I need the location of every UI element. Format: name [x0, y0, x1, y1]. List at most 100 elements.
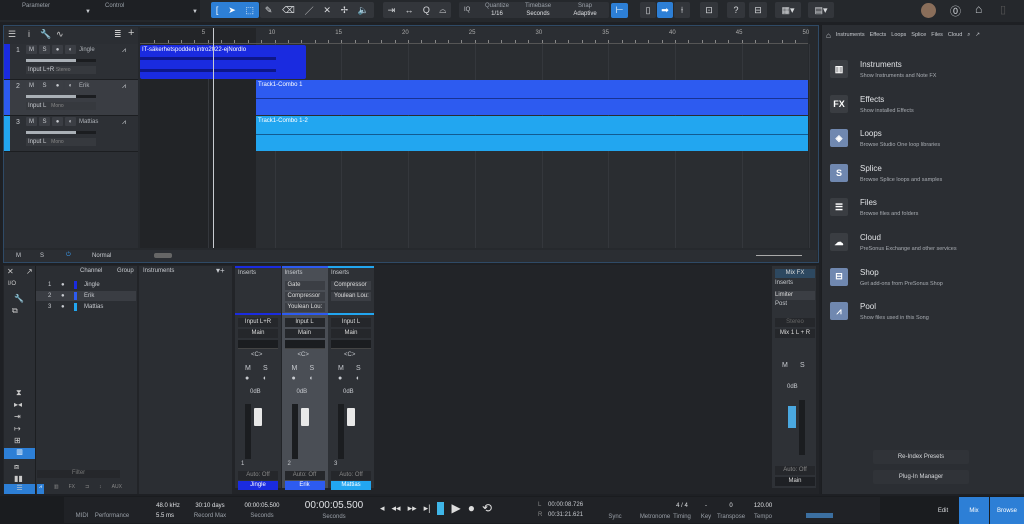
audio-clip[interactable]: IT-säkerhetspodden.intro2022-ejNordlo	[140, 45, 306, 79]
io-button[interactable]: I/O	[8, 281, 16, 287]
record-button[interactable]: ●	[52, 117, 63, 126]
browse-button[interactable]: Browse	[990, 497, 1024, 524]
main-fader[interactable]	[788, 406, 796, 428]
tab-loops[interactable]: Loops	[891, 32, 906, 38]
waveform-icon[interactable]: ⩘	[122, 119, 126, 127]
automation-icon[interactable]: ∿	[56, 29, 64, 40]
insert-slot[interactable]: Youlean Lou:	[284, 303, 325, 312]
volume-slider[interactable]	[26, 95, 96, 98]
output-select[interactable]: Main	[331, 329, 371, 338]
end-icon[interactable]: ▸|	[424, 503, 431, 514]
browser-item-loops[interactable]: ◈ Loops Browse Studio One loop libraries	[830, 125, 1020, 157]
channel-list-item[interactable]: 1 ● Jingle	[36, 280, 136, 290]
monitor-icon[interactable]: ◐	[310, 375, 314, 382]
banks-icon[interactable]: ⊞	[14, 436, 21, 445]
focus-button[interactable]: ⊡	[700, 2, 718, 18]
record-arm-icon[interactable]: ●	[245, 375, 249, 382]
record-arm-icon[interactable]: ●	[338, 375, 342, 382]
browser-item-shop[interactable]: ⊟ Shop Get add-ons from PreSonus Shop	[830, 264, 1020, 296]
key-value[interactable]: -	[698, 503, 714, 509]
browser-home-icon[interactable]: ⌂	[826, 31, 831, 40]
audio-clip[interactable]: Track1-Combo 1	[256, 80, 808, 115]
snap-select[interactable]: Adaptive	[565, 11, 605, 17]
mute-button[interactable]: M	[26, 81, 37, 90]
browser-item-pool[interactable]: ⩘ Pool Show files used in this Song	[830, 298, 1020, 330]
meters-icon[interactable]: ▮▮	[14, 474, 23, 483]
record-button[interactable]: ●	[52, 81, 63, 90]
control-dropdown[interactable]: ▼	[192, 9, 198, 15]
tab-instruments[interactable]: Instruments	[836, 32, 865, 38]
track-row[interactable]: 2 M S ● ◐ Erik ⩘ Input L Mono	[4, 80, 138, 116]
solo-button[interactable]: S	[39, 81, 50, 90]
autoscroll-button[interactable]: ▯	[640, 2, 656, 18]
mute-all-button[interactable]: M	[16, 253, 21, 259]
avatar[interactable]	[921, 3, 936, 18]
playhead[interactable]	[213, 28, 214, 248]
listen-icon[interactable]: 🔈	[358, 5, 369, 16]
volume-slider[interactable]	[26, 131, 96, 134]
expand-icon[interactable]: ↗	[975, 32, 980, 38]
narrow-icon[interactable]: ▸◂	[14, 400, 22, 409]
channel-name-label[interactable]: Erik	[284, 481, 325, 490]
solo-button[interactable]: S	[263, 365, 268, 372]
mode-select[interactable]: Normal	[92, 253, 111, 259]
stop-button[interactable]	[437, 501, 445, 515]
browser-item-instruments[interactable]: ▥ Instruments Show Instruments and Note FX	[830, 56, 1020, 88]
input-select[interactable]: Input L+R	[238, 318, 278, 327]
paint-icon[interactable]: ／	[305, 4, 314, 17]
home-icon[interactable]: ⌂	[975, 2, 982, 16]
tab-splice[interactable]: Splice	[911, 32, 926, 38]
mix-fx-select[interactable]: Mix FX	[775, 269, 815, 278]
vca-tab[interactable]: ↕	[99, 484, 102, 494]
sync-icon[interactable]: ⓪	[950, 3, 961, 19]
track-row[interactable]: 1 M S ● ◐ Jingle ⩘ Input L+R Stereo	[4, 44, 138, 80]
inserts-label[interactable]: Inserts	[331, 270, 349, 276]
primary-time[interactable]: 00:00:05.500	[296, 500, 372, 511]
channel-name-label[interactable]: Mattias	[331, 481, 371, 490]
loop-button[interactable]: ⟲	[482, 501, 492, 515]
input-select[interactable]: Input L Mono	[26, 102, 96, 110]
edit-button[interactable]: Edit	[928, 497, 958, 524]
timebase-select[interactable]: Seconds	[518, 11, 558, 17]
loop-end[interactable]: 00:31:21.621	[548, 512, 583, 518]
snap-toggle[interactable]: ⊢	[611, 3, 628, 18]
fx-tab[interactable]: FX	[69, 484, 75, 494]
plugin-manager-button[interactable]: Plug-In Manager	[873, 470, 969, 484]
automation-mode[interactable]: Auto: Off	[331, 471, 371, 480]
output-icon[interactable]: ↦	[14, 424, 21, 433]
search-icon[interactable]: ⌕	[967, 32, 970, 39]
input-select[interactable]: Input L	[284, 318, 325, 327]
track-name[interactable]: Erik	[79, 83, 89, 89]
quantize-select[interactable]: 1/16	[482, 11, 512, 17]
aux-tab[interactable]: AUX	[112, 484, 122, 494]
menu-icon[interactable]: ☰	[8, 29, 16, 40]
range-tool[interactable]: [➤ ⬚	[211, 2, 259, 18]
master-volume-slider[interactable]	[806, 513, 833, 518]
instrument-tab[interactable]: ▥	[54, 484, 59, 494]
solo-button[interactable]: S	[310, 365, 315, 372]
record-button[interactable]: ●	[468, 501, 475, 515]
volume-fader[interactable]	[300, 408, 309, 426]
output-select[interactable]: Main	[238, 329, 278, 338]
add-instrument-icon[interactable]: ▾+	[216, 266, 225, 275]
wrench-icon[interactable]: 🔧	[14, 294, 24, 303]
insert-slot[interactable]: Compressor	[331, 281, 371, 290]
insert-slot[interactable]: Gate	[284, 281, 325, 290]
mute-tool-icon[interactable]: ✕	[323, 5, 331, 16]
stereo-button[interactable]: Stereo	[775, 318, 815, 327]
input-select[interactable]: Input L	[331, 318, 371, 327]
mute-button[interactable]: M	[292, 365, 298, 372]
add-track-icon[interactable]: +	[128, 27, 134, 39]
follow-button[interactable]: ➡	[657, 2, 673, 18]
main-solo-button[interactable]: S	[800, 362, 805, 369]
pencil-icon[interactable]: ✎	[265, 5, 273, 16]
grid-button[interactable]: ▦▾	[775, 2, 801, 18]
horizontal-scrollbar[interactable]	[154, 253, 172, 258]
eraser-icon[interactable]: ⌫	[282, 5, 295, 16]
split-icon[interactable]: ✢	[341, 5, 349, 16]
monitor-icon[interactable]: ◐	[356, 375, 360, 382]
loop-start[interactable]: 00:00:08.726	[548, 502, 583, 508]
help-button[interactable]: ?	[727, 2, 745, 18]
video-button[interactable]: ⊟	[749, 2, 767, 18]
pan-slider[interactable]	[238, 340, 278, 349]
